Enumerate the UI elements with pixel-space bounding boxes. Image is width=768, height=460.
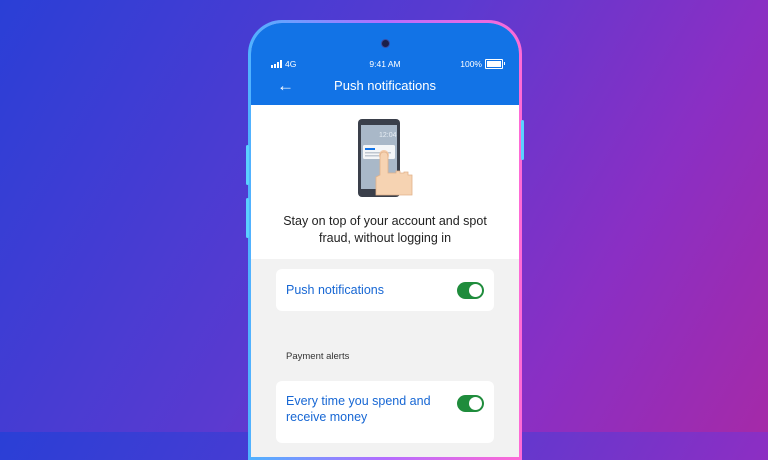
battery-percent: 100% (460, 59, 482, 69)
push-notifications-toggle[interactable] (457, 281, 484, 299)
payment-alerts-heading: Payment alerts (286, 351, 350, 362)
phone-side-button-right (521, 120, 524, 160)
push-notifications-row[interactable]: Push notifications (276, 269, 494, 311)
battery-icon (485, 59, 505, 69)
status-bar: 4G 9:41 AM 100% (251, 59, 519, 71)
page-title: Push notifications (334, 78, 436, 93)
phone-notification-hand-illustration: 12:04 (358, 119, 413, 197)
hero-description: Stay on top of your account and spot fra… (283, 214, 487, 245)
illustration-clock: 12:04 (379, 132, 397, 139)
push-notifications-label: Push notifications (286, 283, 384, 297)
phone-side-button-left (246, 145, 249, 185)
spend-receive-row[interactable]: Every time you spend and receive money (276, 381, 494, 443)
app-header: 4G 9:41 AM 100% ← Push notifications (251, 23, 519, 105)
battery-indicator: 100% (460, 59, 505, 69)
phone-side-button-left-2 (246, 198, 249, 238)
phone-frame: 4G 9:41 AM 100% ← Push notifications 12:… (246, 20, 524, 460)
spend-receive-label: Every time you spend and receive money (286, 394, 431, 424)
hero-section: 12:04 Stay on top of your account and sp… (251, 105, 519, 259)
front-camera-icon (382, 40, 389, 47)
spend-receive-toggle[interactable] (457, 395, 484, 412)
phone-screen: 4G 9:41 AM 100% ← Push notifications 12:… (251, 23, 519, 457)
nav-bar: ← Push notifications (251, 77, 519, 97)
